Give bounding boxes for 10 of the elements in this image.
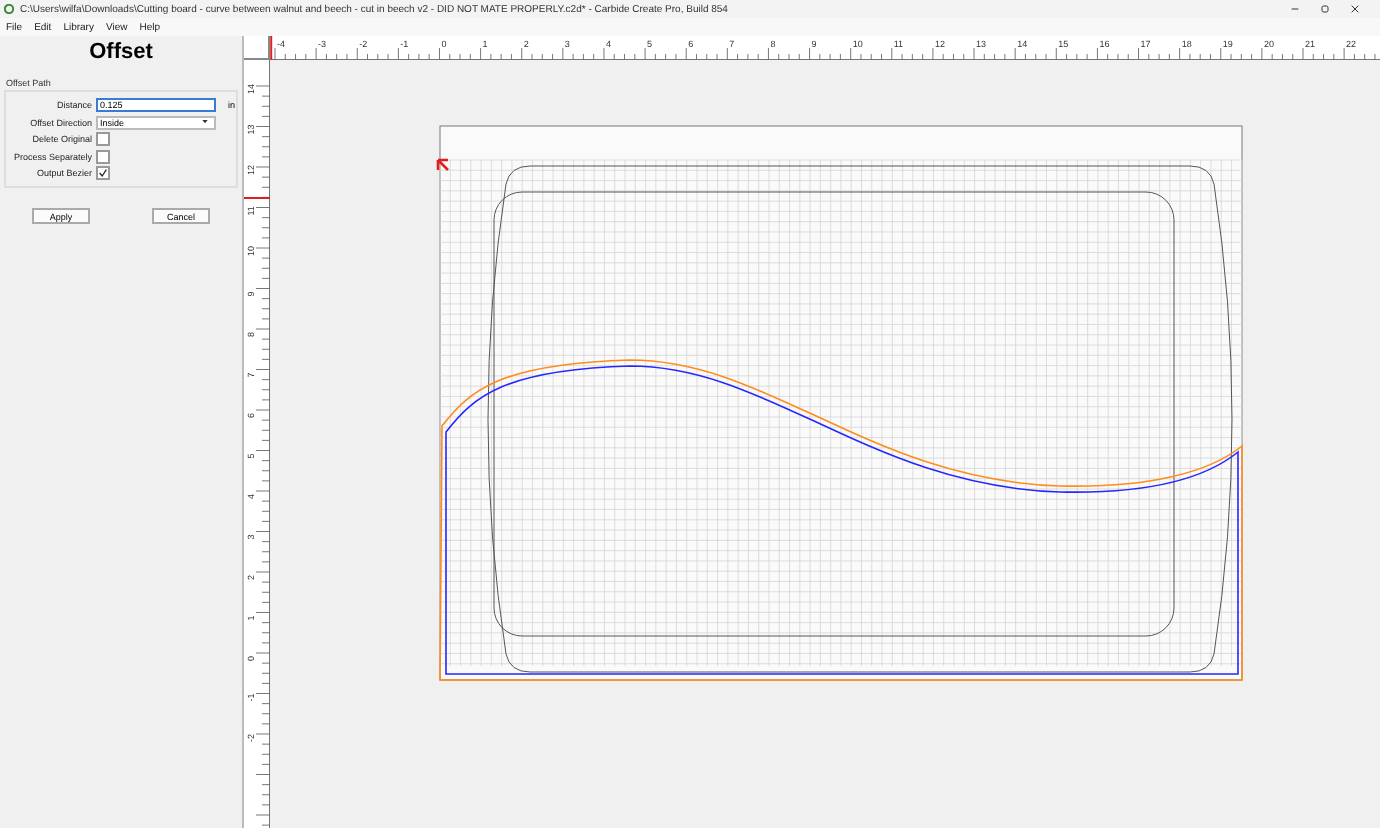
caret-icon (202, 120, 208, 124)
panel-title: Offset (87, 40, 155, 64)
restore-icon[interactable] (1320, 4, 1330, 14)
checkbox[interactable] (96, 149, 110, 163)
minimize-icon[interactable] (1290, 4, 1300, 14)
close-icon[interactable] (1350, 4, 1360, 14)
app-icon (4, 4, 14, 14)
origin-icon (436, 158, 450, 172)
checkbox[interactable] (96, 166, 110, 180)
checkbox[interactable] (96, 132, 110, 146)
